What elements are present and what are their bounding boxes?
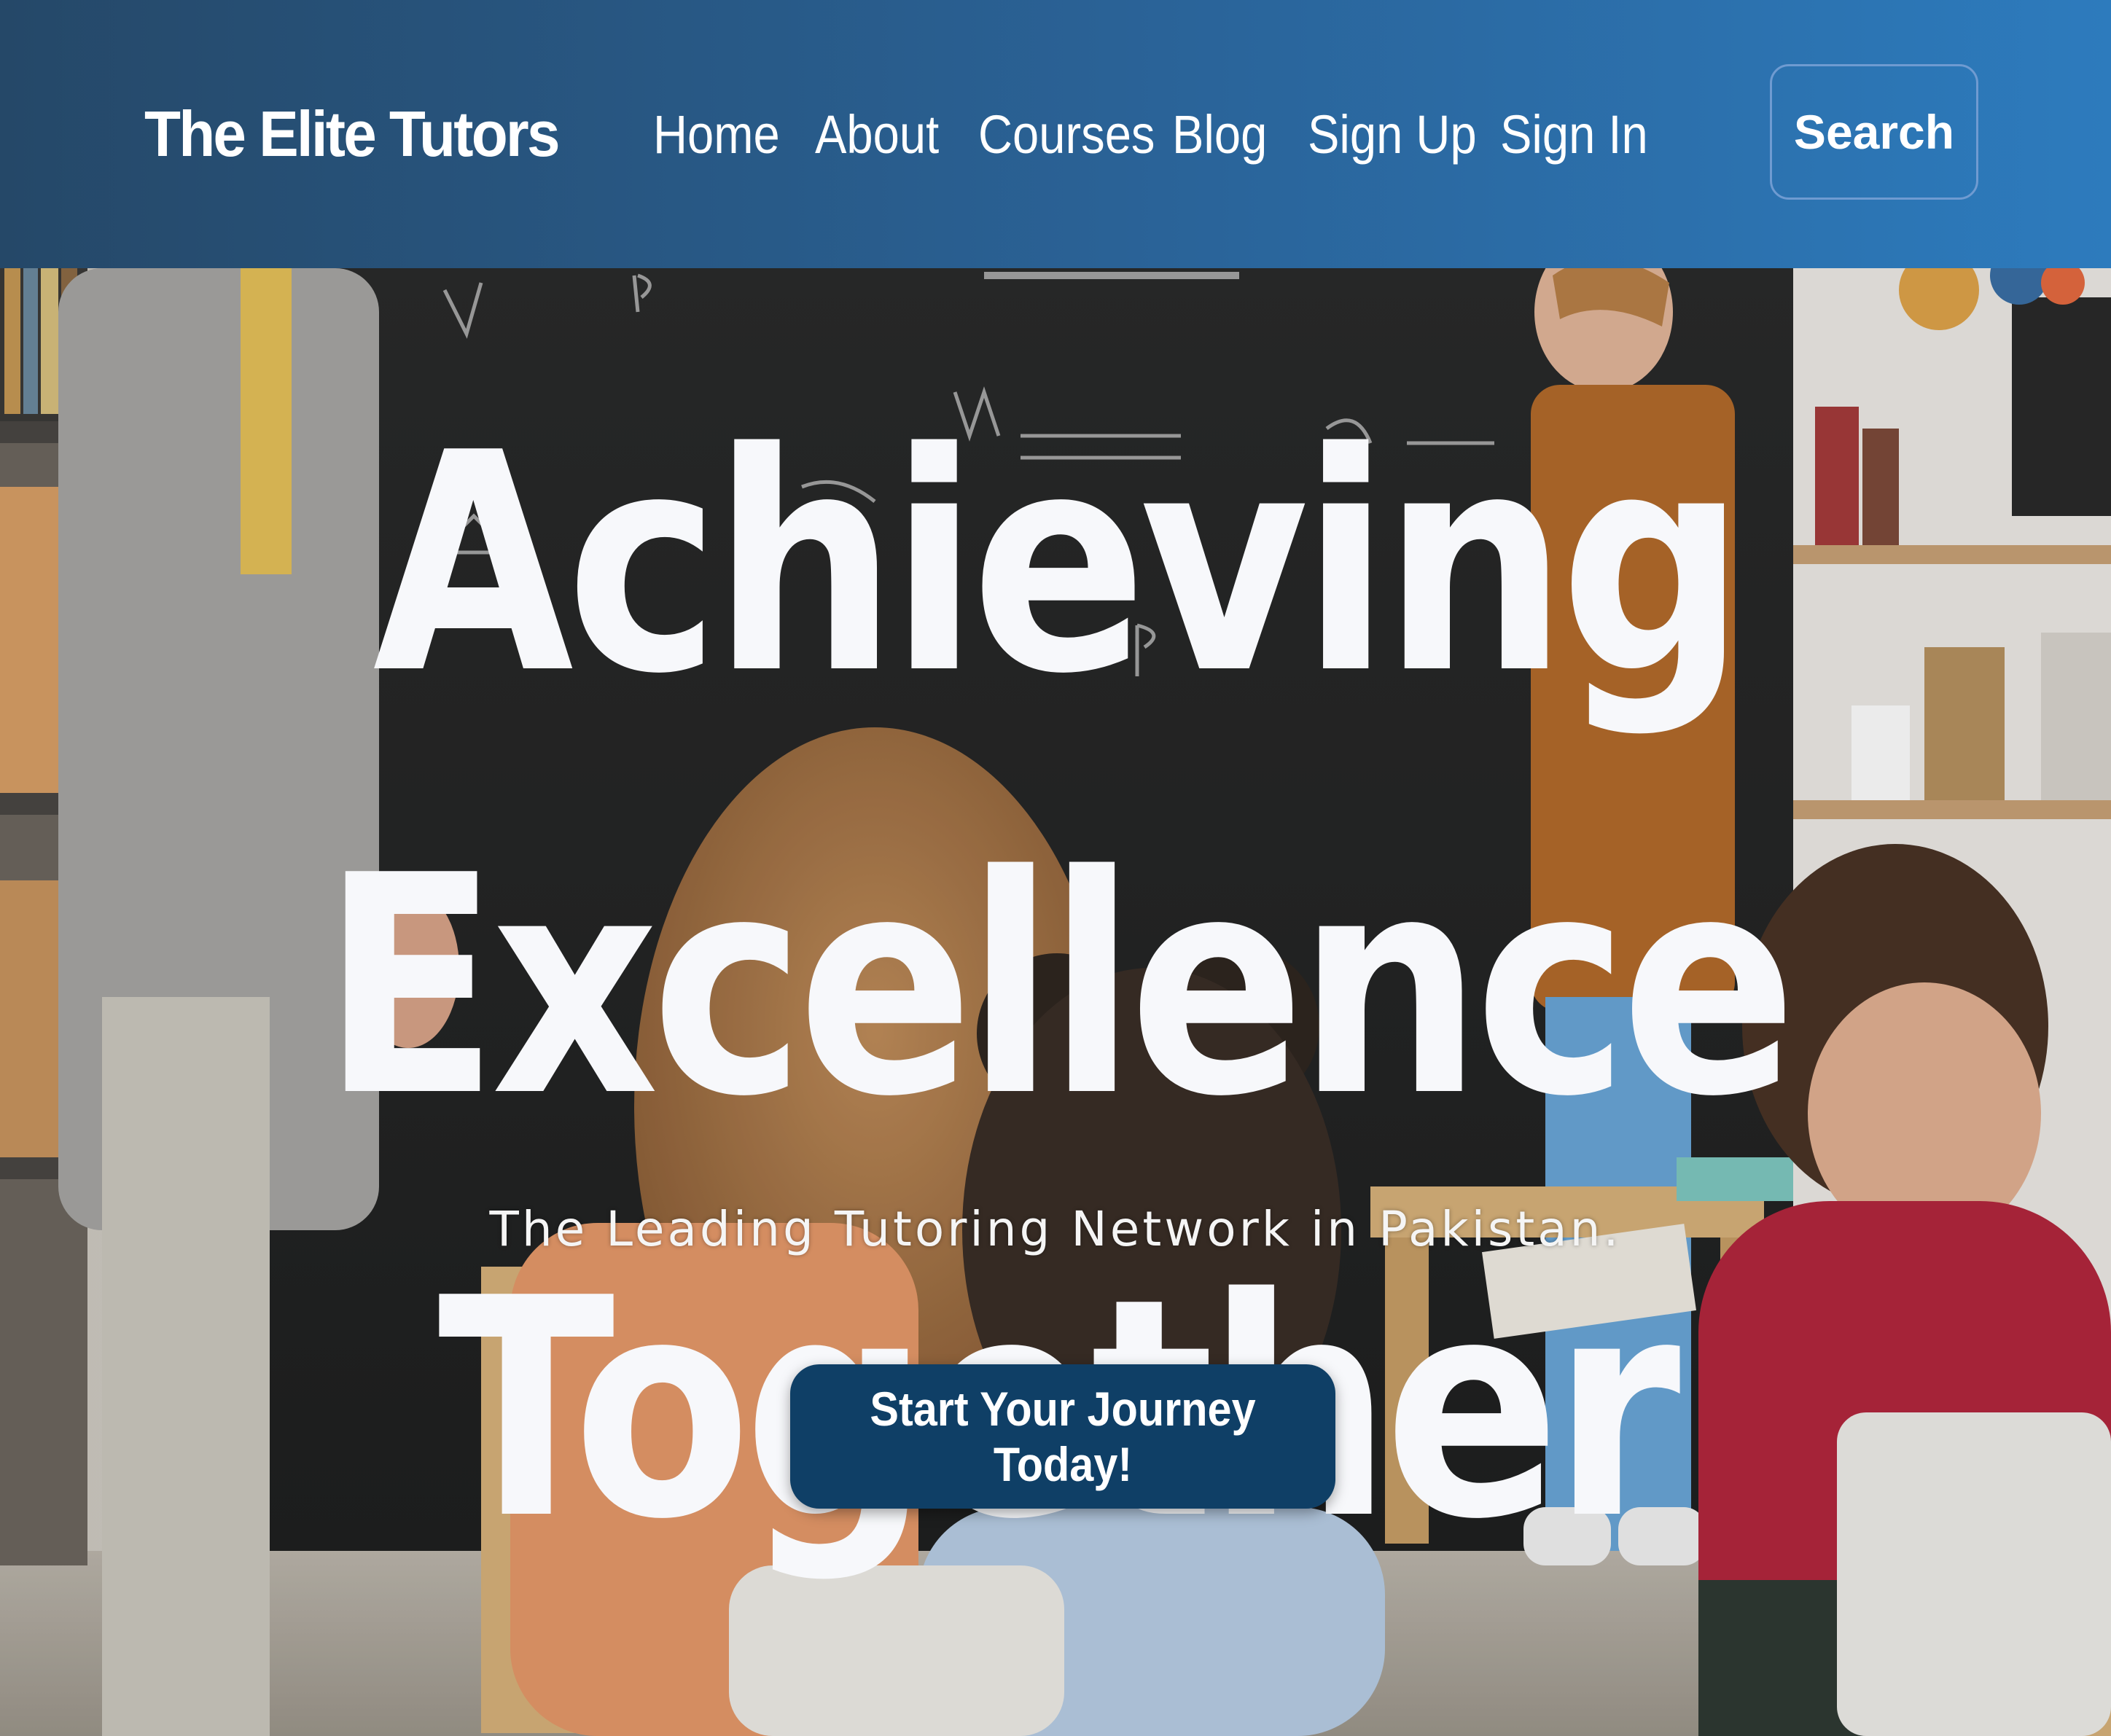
nav-link-home[interactable]: Home (653, 108, 780, 162)
nav-link-sign-up[interactable]: Sign Up (1308, 108, 1477, 162)
nav-link-courses[interactable]: Courses (978, 108, 1155, 162)
start-journey-button[interactable]: Start Your Journey Today! (790, 1364, 1335, 1509)
search-button[interactable]: Search (1770, 64, 1978, 200)
top-navbar: The Elite Tutors Home About Courses Blog… (0, 0, 2111, 268)
hero-section: Achieving Excellence Together The Leadin… (0, 268, 2111, 1736)
start-journey-button-label: Start Your Journey Today! (870, 1382, 1256, 1491)
nav-link-sign-in[interactable]: Sign In (1500, 108, 1648, 162)
page: The Elite Tutors Home About Courses Blog… (0, 0, 2111, 1736)
nav-link-blog[interactable]: Blog (1172, 108, 1267, 162)
hero-headline-line-1: Achieving Excellence (321, 388, 1797, 1162)
hero-subtitle: The Leading Tutoring Network in Pakistan… (489, 1201, 1622, 1257)
nav-link-about[interactable]: About (815, 108, 939, 162)
